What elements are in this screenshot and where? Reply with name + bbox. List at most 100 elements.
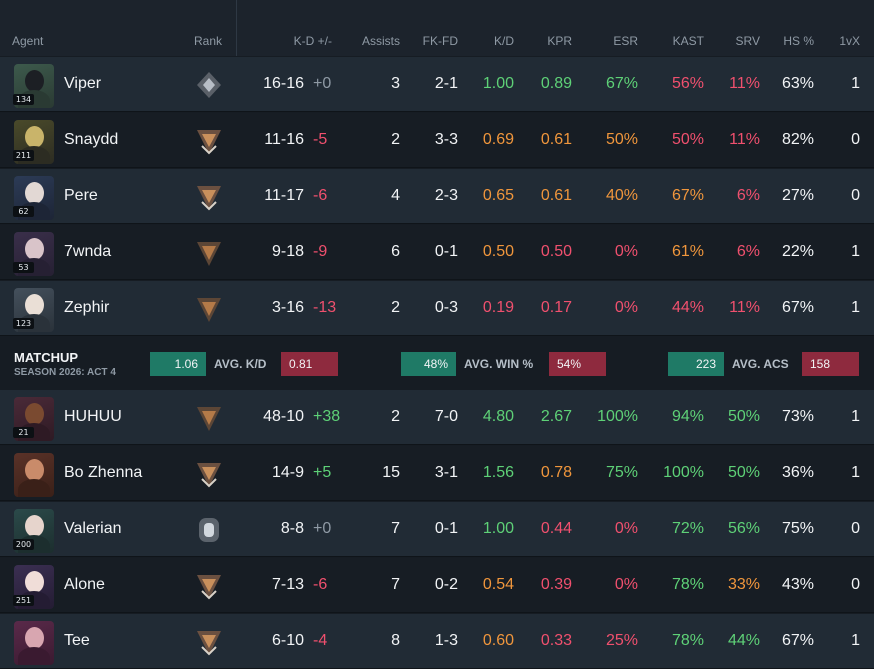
kast-value: 50%: [671, 131, 704, 148]
header-fk-fd[interactable]: FK-FD: [413, 34, 458, 48]
header-rank[interactable]: Rank: [194, 34, 222, 48]
player-name[interactable]: Tee: [64, 632, 90, 650]
kd-ratio: 0.50: [482, 243, 514, 260]
esr-value: 40%: [605, 187, 638, 204]
fk-fd-value: 3-1: [434, 464, 458, 481]
assists-value: 7: [391, 576, 400, 593]
player-row[interactable]: 62 Pere 11-17 -6 4 2-3 0.65 0.61 40% 67% 6% 27% 0: [0, 169, 874, 224]
fk-fd-value: 0-1: [434, 243, 458, 260]
fk-fd-value: 0-2: [434, 576, 458, 593]
kd-ratio: 0.60: [482, 632, 514, 649]
avg-kd-team2: 0.81: [281, 352, 338, 376]
onevx-value: 0: [851, 520, 860, 537]
header-srv[interactable]: SRV: [720, 34, 760, 48]
avg-acs-label: AVG. ACS: [732, 357, 789, 371]
portrait-head: [25, 238, 44, 260]
row-divider: [0, 167, 874, 168]
header-kpr[interactable]: KPR: [532, 34, 572, 48]
header-1vx[interactable]: 1vX: [830, 34, 860, 48]
account-level-badge: 211: [13, 150, 34, 161]
iron-diamond-rank-icon: [195, 70, 223, 100]
header-kd[interactable]: K/D: [474, 34, 514, 48]
plus-minus: +0: [313, 75, 332, 92]
header-hs[interactable]: HS %: [772, 34, 814, 48]
hs-value: 75%: [781, 520, 814, 537]
header-kd-plus-minus[interactable]: K-D +/-: [272, 34, 332, 48]
scoreboard: Agent Rank K-D +/- Assists FK-FD K/D KPR…: [0, 0, 874, 669]
assists-value: 2: [391, 131, 400, 148]
player-name[interactable]: Snaydd: [64, 131, 118, 149]
player-row[interactable]: 123 Zephir 3-16 -13 2 0-3 0.19 0.17 0% 44% 11% 67% 1: [0, 281, 874, 336]
player-name[interactable]: Alone: [64, 576, 105, 594]
portrait-head: [25, 459, 44, 481]
player-name[interactable]: Viper: [64, 75, 101, 93]
row-divider: [0, 444, 874, 445]
kast-value: 78%: [671, 576, 704, 593]
header-esr[interactable]: ESR: [598, 34, 638, 48]
assists-value: 3: [391, 75, 400, 92]
player-row[interactable]: 251 Alone 7-13 -6 7 0-2 0.54 0.39 0% 78% 33% 43% 0: [0, 558, 874, 613]
player-name[interactable]: Zephir: [64, 299, 109, 317]
account-level-badge: 200: [13, 539, 34, 550]
account-level-badge: 134: [13, 94, 34, 105]
player-row[interactable]: Bo Zhenna 14-9 +5 15 3-1 1.56 0.78 75% 100% 50% 36…: [0, 446, 874, 501]
kpr-value: 0.50: [540, 243, 572, 260]
kpr-value: 0.89: [540, 75, 572, 92]
portrait-head: [25, 70, 44, 92]
bronze-chevron-rank-icon: [195, 459, 223, 489]
portrait-head: [25, 515, 44, 537]
avg-kd-team1: 1.06: [150, 352, 206, 376]
player-name[interactable]: Pere: [64, 187, 98, 205]
avg-acs-team1: 223: [668, 352, 724, 376]
player-row[interactable]: 21 HUHUU 48-10 +38 2 7-0 4.80 2.67 100% 94% 50% 73%…: [0, 390, 874, 445]
agent-portrait[interactable]: [14, 453, 54, 497]
row-divider: [0, 612, 874, 613]
srv-value: 50%: [727, 408, 760, 425]
kd-value: 3-16: [271, 299, 304, 316]
kast-value: 67%: [671, 187, 704, 204]
assists-value: 2: [391, 299, 400, 316]
player-row[interactable]: 134 Viper 16-16 +0 3 2-1 1.00 0.89 67% 56% 11% 63% 1: [0, 57, 874, 112]
onevx-value: 1: [851, 75, 860, 92]
table-header: Agent Rank K-D +/- Assists FK-FD K/D KPR…: [0, 0, 874, 56]
kd-value: 16-16: [263, 75, 304, 92]
kpr-value: 0.39: [540, 576, 572, 593]
fk-fd-value: 0-3: [434, 299, 458, 316]
esr-value: 25%: [605, 632, 638, 649]
header-kast[interactable]: KAST: [662, 34, 704, 48]
player-name[interactable]: 7wnda: [64, 243, 111, 261]
player-name[interactable]: HUHUU: [64, 408, 122, 426]
matchup-bar: MATCHUP SEASON 2026: ACT 4 1.06 AVG. K/D…: [0, 336, 874, 390]
row-divider: [0, 111, 874, 112]
player-row[interactable]: 53 7wnda 9-18 -9 6 0-1 0.50 0.50 0% 61% 6% 22% 1: [0, 225, 874, 280]
avg-win-team1: 48%: [401, 352, 456, 376]
srv-value: 56%: [727, 520, 760, 537]
portrait-head: [25, 571, 44, 593]
agent-portrait[interactable]: [14, 621, 54, 665]
fk-fd-value: 1-3: [434, 632, 458, 649]
esr-value: 50%: [605, 131, 638, 148]
srv-value: 11%: [729, 131, 760, 148]
player-row[interactable]: 200 Valerian 8-8 +0 7 0-1 1.00 0.44 0% 72% 56% 75% 0: [0, 502, 874, 557]
header-assists[interactable]: Assists: [344, 34, 400, 48]
player-row[interactable]: Tee 6-10 -4 8 1-3 0.60 0.33 25% 78% 44% 67% 1: [0, 614, 874, 669]
kast-value: 61%: [671, 243, 704, 260]
srv-value: 11%: [729, 75, 760, 92]
header-agent[interactable]: Agent: [12, 34, 43, 48]
player-name[interactable]: Bo Zhenna: [64, 464, 142, 482]
player-row[interactable]: 211 Snaydd 11-16 -5 2 3-3 0.69 0.61 50% 50% 11% 82%…: [0, 113, 874, 168]
account-level-badge: 123: [13, 318, 34, 329]
bronze-triangle-rank-icon: [195, 403, 223, 433]
kpr-value: 0.33: [540, 632, 572, 649]
account-level-badge: 251: [13, 595, 34, 606]
hs-value: 22%: [781, 243, 814, 260]
esr-value: 0%: [614, 299, 638, 316]
player-name[interactable]: Valerian: [64, 520, 122, 538]
portrait-head: [25, 182, 44, 204]
hs-value: 63%: [781, 75, 814, 92]
silver-circle-rank-icon: [195, 515, 223, 545]
hs-value: 43%: [781, 576, 814, 593]
onevx-value: 1: [851, 408, 860, 425]
onevx-value: 1: [851, 299, 860, 316]
kd-value: 8-8: [280, 520, 304, 537]
